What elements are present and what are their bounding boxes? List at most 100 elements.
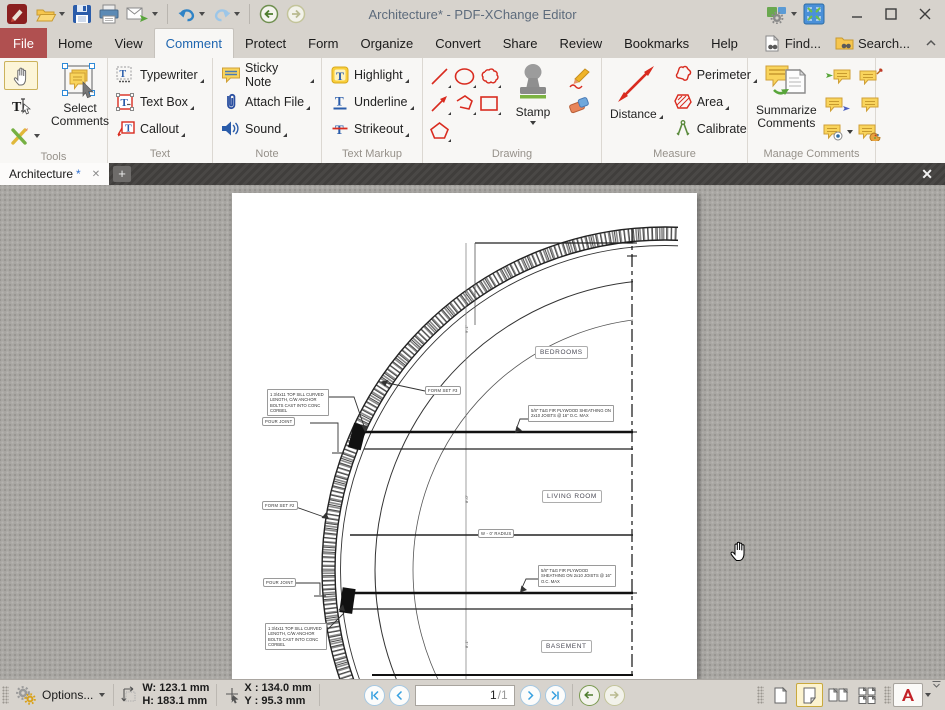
svg-text:T: T <box>125 123 132 134</box>
select-text-tool-button[interactable]: T <box>4 91 38 120</box>
menu-tab-convert[interactable]: Convert <box>424 28 492 58</box>
save-button[interactable] <box>70 2 94 26</box>
email-button[interactable] <box>124 2 160 26</box>
group-label-text-markup: Text Markup <box>322 147 422 163</box>
menu-tab-file[interactable]: File <box>0 28 47 58</box>
view-facing-button[interactable] <box>825 683 852 707</box>
fullscreen-button[interactable] <box>801 2 827 26</box>
menu-tab-review[interactable]: Review <box>548 28 613 58</box>
titlebar: Architecture* - PDF-XChange Editor <box>0 0 945 28</box>
modified-indicator: * <box>76 167 81 181</box>
menu-tab-view[interactable]: View <box>104 28 154 58</box>
page-number-input[interactable]: 1 /1 <box>415 685 515 706</box>
view-grid-button[interactable] <box>854 683 881 707</box>
height-readout: H: 183.1 mm <box>142 695 209 708</box>
hand-icon <box>12 66 30 86</box>
pdf-compatibility-dropdown[interactable] <box>925 693 931 697</box>
statusbar-collapse-button[interactable] <box>931 680 942 689</box>
pencil-tool-button[interactable] <box>567 65 593 91</box>
typewriter-label: Typewriter <box>140 68 198 82</box>
summarize-comments-button[interactable]: Summarize Comments <box>752 61 821 131</box>
history-forward-button[interactable] <box>284 2 308 26</box>
arrow-tool-button[interactable] <box>427 90 451 116</box>
close-document-button[interactable]: ✕ <box>909 163 945 185</box>
strikeout-button[interactable]: TStrikeout <box>326 115 418 142</box>
eraser-tool-button[interactable] <box>567 95 593 117</box>
group-label-measure: Measure <box>602 147 747 163</box>
import-comments-button[interactable] <box>823 62 853 89</box>
callout-button[interactable]: TCallout <box>112 115 208 142</box>
document-tab-architecture[interactable]: Architecture * ✕ <box>0 163 109 185</box>
view-forward-button[interactable] <box>604 685 625 706</box>
next-page-button[interactable] <box>520 685 541 706</box>
view-continuous-button[interactable] <box>796 683 823 707</box>
menu-tab-protect[interactable]: Protect <box>234 28 297 58</box>
menu-tab-share[interactable]: Share <box>492 28 549 58</box>
last-page-button[interactable] <box>545 685 566 706</box>
attach-file-icon <box>220 92 242 111</box>
perimeter-button[interactable]: Perimeter <box>669 61 760 88</box>
stamp-button[interactable]: Stamp <box>503 61 563 126</box>
menu-tab-form[interactable]: Form <box>297 28 349 58</box>
show-comments-button[interactable] <box>823 118 853 145</box>
sticky-note-button[interactable]: Sticky Note <box>217 61 317 88</box>
maximize-button[interactable] <box>875 2 907 26</box>
text-box-button[interactable]: TText Box <box>112 88 208 115</box>
first-page-button[interactable] <box>364 685 385 706</box>
view-single-page-button[interactable] <box>767 683 794 707</box>
options-button[interactable]: Options... <box>11 686 109 705</box>
undo-button[interactable] <box>175 2 207 26</box>
menu-tab-bookmarks[interactable]: Bookmarks <box>613 28 700 58</box>
highlight-label: Highlight <box>354 68 403 82</box>
strikeout-icon: T <box>329 120 351 138</box>
select-comments-button[interactable]: Select Comments <box>48 61 112 129</box>
history-back-button[interactable] <box>257 2 281 26</box>
more-tools-button[interactable] <box>4 121 46 150</box>
minimize-button[interactable] <box>841 2 873 26</box>
open-button[interactable] <box>33 2 67 26</box>
polygon-tool-button[interactable] <box>427 117 451 143</box>
line-tool-button[interactable] <box>427 63 451 89</box>
ribbon-group-text: TTypewriter TText Box TCallout Text <box>108 58 213 163</box>
hand-tool-button[interactable] <box>4 61 38 90</box>
rectangle-tool-button[interactable] <box>477 90 501 116</box>
redo-button[interactable] <box>210 2 242 26</box>
menu-tab-comment[interactable]: Comment <box>154 28 234 58</box>
close-button[interactable] <box>909 2 941 26</box>
attach-file-button[interactable]: Attach File <box>217 88 317 115</box>
export-comments-button[interactable] <box>823 90 853 117</box>
select-comments-icon <box>61 62 99 100</box>
new-tab-button[interactable]: + <box>113 166 131 182</box>
menu-tab-help[interactable]: Help <box>700 28 749 58</box>
sticky-note-label: Sticky Note <box>245 61 308 89</box>
sound-button[interactable]: Sound <box>217 115 317 142</box>
document-canvas[interactable]: BEDROOMS LIVING ROOM BASEMENT 1 3/4x11 T… <box>0 185 945 680</box>
cloud-tool-button[interactable] <box>477 63 501 89</box>
tab-close-icon[interactable]: ✕ <box>92 169 100 180</box>
print-button[interactable] <box>97 2 121 26</box>
sound-label: Sound <box>245 122 281 136</box>
collapse-ribbon-button[interactable] <box>917 28 945 58</box>
svg-text:T: T <box>335 122 344 137</box>
cursor-position-readout: X : 134.0 mmY : 95.3 mm <box>221 682 314 708</box>
customize-ui-button[interactable] <box>763 2 799 26</box>
find-button[interactable]: Find... <box>757 28 828 58</box>
view-back-button[interactable] <box>579 685 600 706</box>
area-button[interactable]: Area <box>669 88 760 115</box>
highlight-button[interactable]: THighlight <box>326 61 418 88</box>
menu-tab-home[interactable]: Home <box>47 28 104 58</box>
search-button[interactable]: Search... <box>828 28 917 58</box>
previous-page-button[interactable] <box>389 685 410 706</box>
ellipse-tool-button[interactable] <box>452 63 476 89</box>
callout-pour-joint-bottom: POUR JOINT <box>263 578 296 587</box>
typewriter-button[interactable]: TTypewriter <box>112 61 208 88</box>
underline-button[interactable]: TUnderline <box>326 88 418 115</box>
crosshair-icon <box>224 685 240 705</box>
calibrate-button[interactable]: Calibrate <box>669 115 760 142</box>
callout-plywood-upper: 5/8" T&G FIR PLYWOOD SHEATHING ON 2x10 J… <box>528 405 614 422</box>
polyline-tool-button[interactable] <box>452 90 476 116</box>
menu-tab-organize[interactable]: Organize <box>349 28 424 58</box>
statusbar: Options... W: 123.1 mmH: 183.1 mm X : 13… <box>0 679 945 710</box>
distance-button[interactable]: Distance <box>606 61 667 122</box>
pdf-compatibility-button[interactable] <box>893 683 923 707</box>
